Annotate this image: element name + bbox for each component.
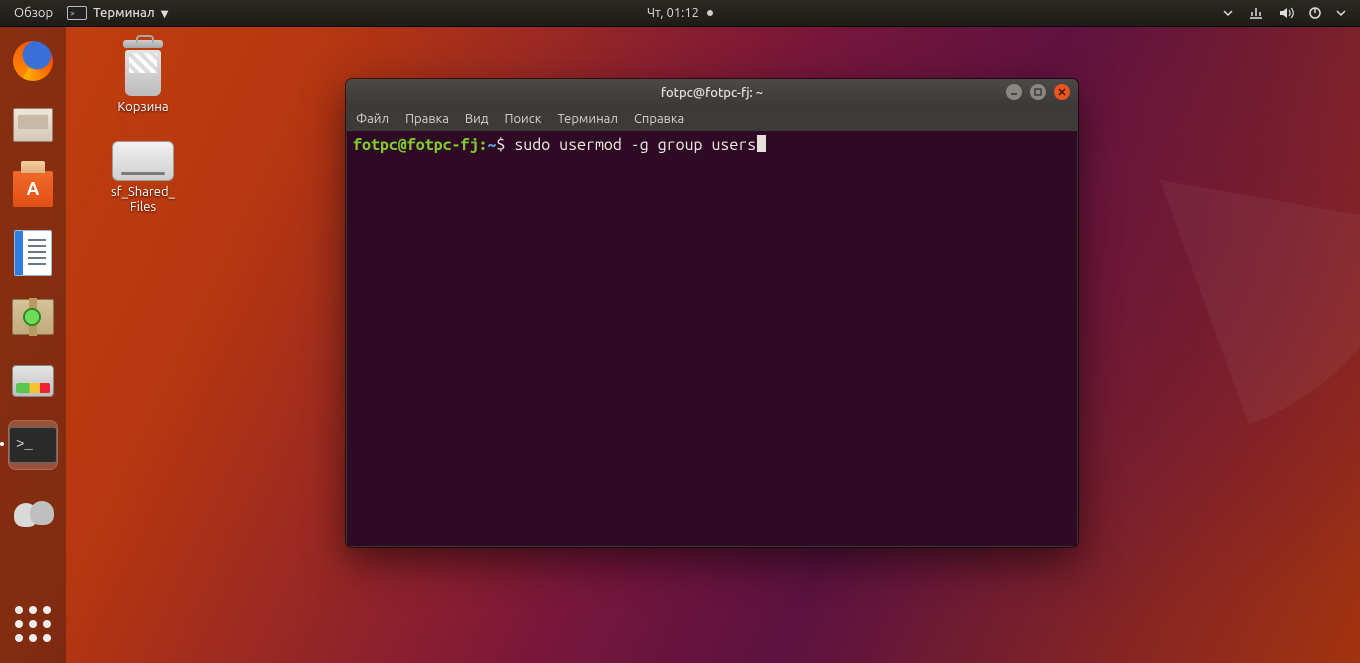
terminal-cursor	[757, 135, 766, 152]
firefox-icon	[13, 41, 53, 81]
menu-file[interactable]: Файл	[356, 112, 389, 126]
terminal-icon	[9, 427, 57, 463]
disks-icon	[12, 365, 54, 397]
launcher-firefox[interactable]	[8, 36, 58, 86]
power-icon[interactable]	[1308, 6, 1322, 20]
desktop-icon-trash[interactable]: Корзина	[88, 40, 198, 115]
window-close-button[interactable]	[1054, 84, 1070, 100]
window-title: fotpc@fotpc-fj: ~	[661, 86, 763, 100]
desktop-icon-label: sf_Shared_ Files	[111, 185, 175, 215]
network-icon[interactable]	[1248, 6, 1264, 20]
software-center-icon	[13, 171, 53, 207]
desktop-icons: Корзина sf_Shared_ Files	[88, 40, 198, 215]
top-panel: Обзор > Терминал ▼ Чт, 01:12	[0, 0, 1360, 27]
activities-button[interactable]: Обзор	[14, 6, 53, 20]
volume-icon[interactable]	[1278, 6, 1294, 20]
launcher-files[interactable]	[8, 100, 58, 150]
app-menu-label: Терминал	[93, 6, 155, 20]
window-titlebar[interactable]: fotpc@fotpc-fj: ~	[346, 79, 1078, 107]
launcher-writer[interactable]	[8, 228, 58, 278]
notification-dot-icon	[707, 10, 713, 16]
drive-icon	[112, 141, 174, 181]
launcher-software[interactable]	[8, 164, 58, 214]
files-icon	[13, 108, 53, 142]
launcher-users[interactable]	[8, 484, 58, 534]
terminal-command: sudo usermod -g group users	[514, 136, 756, 154]
window-minimize-button[interactable]	[1006, 84, 1022, 100]
desktop-icon-shared-folder[interactable]: sf_Shared_ Files	[88, 141, 198, 215]
terminal-body[interactable]: fotpc@fotpc-fj:~$ sudo usermod -g group …	[347, 131, 1077, 546]
terminal-window: fotpc@fotpc-fj: ~ Файл Правка Вид Поиск …	[346, 79, 1078, 547]
users-icon	[12, 491, 54, 527]
window-menubar: Файл Правка Вид Поиск Терминал Справка	[346, 107, 1078, 132]
clock[interactable]: Чт, 01:12	[647, 6, 713, 20]
chevron-down-icon[interactable]	[1336, 8, 1346, 18]
menu-search[interactable]: Поиск	[504, 112, 541, 126]
terminal-icon: >	[67, 6, 87, 20]
menu-terminal[interactable]: Терминал	[557, 112, 617, 126]
prompt-dollar: $	[496, 136, 505, 154]
window-maximize-button[interactable]	[1030, 84, 1046, 100]
launcher-dock	[0, 26, 66, 663]
prompt-user: fotpc@fotpc-fj	[353, 136, 478, 154]
launcher-package-installer[interactable]	[8, 292, 58, 342]
menu-view[interactable]: Вид	[465, 112, 489, 126]
desktop-icon-label: Корзина	[117, 100, 168, 115]
libreoffice-writer-icon	[14, 230, 52, 276]
chevron-down-icon: ▼	[161, 8, 169, 20]
launcher-terminal[interactable]	[8, 420, 58, 470]
trash-icon	[119, 40, 167, 96]
desktop: Обзор > Терминал ▼ Чт, 01:12	[0, 0, 1360, 663]
menu-edit[interactable]: Правка	[405, 112, 449, 126]
show-applications-button[interactable]	[8, 599, 58, 649]
expand-down-icon[interactable]	[1222, 7, 1234, 19]
launcher-disks[interactable]	[8, 356, 58, 406]
menu-help[interactable]: Справка	[634, 112, 684, 126]
app-menu[interactable]: > Терминал ▼	[67, 6, 168, 20]
package-icon	[12, 299, 54, 335]
clock-label: Чт, 01:12	[647, 6, 699, 20]
